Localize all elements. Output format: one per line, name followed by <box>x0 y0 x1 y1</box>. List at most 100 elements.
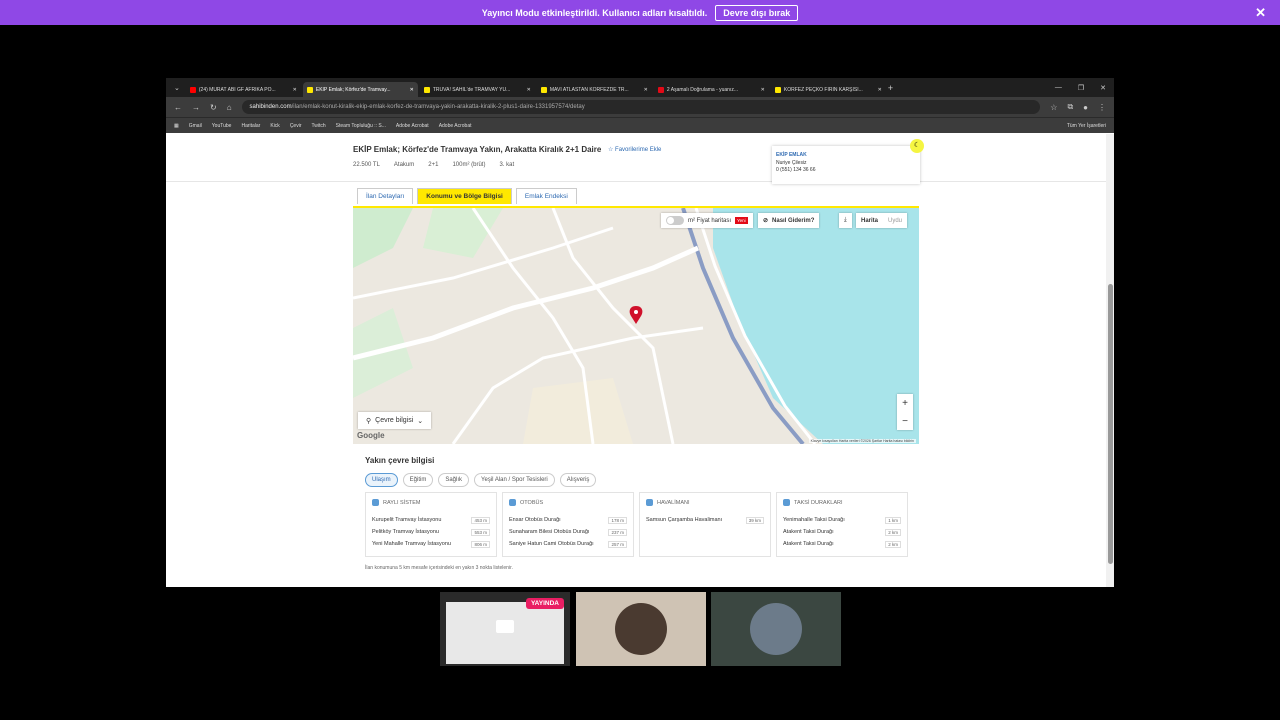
sea-area <box>713 208 919 444</box>
video-tile-user-2[interactable] <box>711 592 841 666</box>
bookmark-star-icon[interactable]: ☆ <box>1050 103 1057 112</box>
transport-icon <box>509 499 516 506</box>
nearby-card-header: RAYLI SİSTEM <box>372 499 490 506</box>
forward-icon[interactable]: → <box>192 103 200 112</box>
download-button[interactable]: ⤓ <box>839 213 852 228</box>
map-attribution[interactable]: Klavye kısayolları Harita verileri ©2026… <box>808 439 916 443</box>
avatar <box>615 603 667 655</box>
land-area <box>523 378 633 444</box>
bookmark-item[interactable]: Kick <box>270 123 279 129</box>
browser-tab[interactable]: MAVİ ATLASTAN KÖRFEZDE TR... ✕ <box>537 82 652 97</box>
screen-thumbnail <box>446 602 564 664</box>
agent-name[interactable]: EKİP EMLAK <box>776 152 916 160</box>
nearby-item-name: Yeni Mahalle Tramvay İstasyonu <box>372 541 451 547</box>
tab-close-icon[interactable]: ✕ <box>293 87 297 93</box>
toggle-icon[interactable] <box>666 216 684 225</box>
reload-icon[interactable]: ↻ <box>210 103 217 112</box>
tab-search-icon[interactable]: ⌄ <box>170 84 184 92</box>
tab-favicon-icon <box>540 86 547 93</box>
video-tile-screen[interactable]: YAYINDA <box>440 592 570 666</box>
bookmark-item[interactable]: YouTube <box>212 123 232 129</box>
bookmark-item[interactable]: Haritalar <box>241 123 260 129</box>
agent-person: Nuriye Çilesiz <box>776 159 807 166</box>
nearby-chip[interactable]: Alışveriş <box>559 473 597 487</box>
bookmark-item[interactable]: Adobe Acrobat <box>439 123 472 129</box>
bookmark-item[interactable]: Steam Topluluğu :: S... <box>336 123 386 129</box>
url-domain: sahibinden.com <box>249 104 292 110</box>
price-map-toggle[interactable]: m² Fiyat haritası Yeni <box>661 213 753 228</box>
directions-icon: ⊘ <box>763 218 769 224</box>
browser-tab[interactable]: (24) MURAT ABİ GF AFRİKA PO... ✕ <box>186 82 301 97</box>
environment-dropdown[interactable]: ⚲ Çevre bilgisi ⌄ <box>358 412 432 429</box>
agent-card: EKİP EMLAK Nuriye Çilesiz 0 (551) 134 36… <box>772 146 920 184</box>
all-bookmarks[interactable]: Tüm Yer İşaretleri <box>1067 123 1106 129</box>
disable-streamer-mode-button[interactable]: Devre dışı bırak <box>715 4 799 21</box>
nearby-item-name: Sunaharam Bilesi Otobüs Durağı <box>509 529 590 535</box>
back-icon[interactable]: ← <box>174 103 182 112</box>
nearby-item-distance: 1 km <box>885 516 901 524</box>
nearby-item: Kurupelit Tramvay İstasyonu 453 m <box>372 514 490 526</box>
browser-tab[interactable]: EKİP Emlak; Körfez'de Tramvay... ✕ <box>302 82 418 97</box>
detail-tab[interactable]: Konumu ve Bölge Bilgisi <box>417 188 512 204</box>
listing-spec: 2+1 <box>428 162 439 168</box>
browser-tab[interactable]: 2 Aşamalı Doğrulama - yuanız... ✕ <box>654 82 769 97</box>
detail-tab[interactable]: İlan Detayları <box>357 188 414 204</box>
nearby-chip[interactable]: Ulaşım <box>365 473 398 487</box>
home-icon[interactable]: ⌂ <box>227 103 232 112</box>
menu-icon[interactable]: ⋮ <box>1098 103 1106 112</box>
tab-close-icon[interactable]: ✕ <box>878 87 882 93</box>
restore-icon[interactable]: ❐ <box>1078 84 1084 92</box>
tab-favicon-icon <box>306 86 313 93</box>
bookmark-item[interactable]: Çevir <box>290 123 302 129</box>
zoom-out-icon[interactable]: − <box>902 416 908 427</box>
bookmark-item[interactable]: Gmail <box>189 123 202 129</box>
scrollbar-thumb[interactable] <box>1108 284 1113 564</box>
minimize-icon[interactable]: — <box>1055 84 1062 92</box>
close-window-icon[interactable]: ✕ <box>1100 84 1106 92</box>
nearby-chip[interactable]: Eğitim <box>402 473 434 487</box>
close-icon[interactable]: ✕ <box>1255 5 1266 21</box>
tab-title: TRUVA! SAHİL'de TRAMVAY YÜ... <box>432 86 511 93</box>
extensions-icon[interactable]: ⧉ <box>1067 102 1073 112</box>
listing-spec: 22.500 TL <box>353 162 380 168</box>
tab-close-icon[interactable]: ✕ <box>410 87 414 93</box>
browser-tab[interactable]: TRUVA! SAHİL'de TRAMVAY YÜ... ✕ <box>420 82 535 97</box>
download-icon: ⤓ <box>844 217 847 223</box>
favorite-link[interactable]: ☆ Favorilerime Ekle <box>608 146 661 153</box>
tab-title: 2 Aşamalı Doğrulama - yuanız... <box>666 86 739 93</box>
nearby-item-name: Pelitköy Tramvay İstasyonu <box>372 529 439 535</box>
map-view[interactable]: m² Fiyat haritası Yeni ⊘ Nasıl Giderim? ⤓… <box>353 208 919 444</box>
detail-tab[interactable]: Emlak Endeksi <box>515 188 577 204</box>
directions-button[interactable]: ⊘ Nasıl Giderim? <box>758 213 820 228</box>
nearby-card-header: HAVALİMANI <box>646 499 764 506</box>
map-type-harita[interactable]: Harita <box>861 218 878 224</box>
map-svg <box>353 208 919 444</box>
nearby-chip[interactable]: Yeşil Alan / Spor Tesisleri <box>474 473 555 487</box>
tab-close-icon[interactable]: ✕ <box>644 87 648 93</box>
url-field[interactable]: sahibinden.com/ilan/emlak-konut-kiralik-… <box>241 100 1041 114</box>
scrollbar[interactable] <box>1106 134 1114 587</box>
map-type-uydu[interactable]: Uydu <box>888 218 902 224</box>
nearby-item-name: Yenimahalle Taksi Durağı <box>783 517 845 523</box>
tab-bar: ⌄ (24) MURAT ABİ GF AFRİKA PO... ✕ EKİP Em… <box>166 78 1114 97</box>
video-tile-user-1[interactable] <box>576 592 706 666</box>
apps-icon[interactable]: ▦ <box>174 123 179 129</box>
profile-icon[interactable]: ● <box>1083 103 1088 112</box>
map-type-switch: Harita Uydu <box>856 213 908 228</box>
environment-label: Çevre bilgisi <box>375 417 414 424</box>
tab-close-icon[interactable]: ✕ <box>761 87 765 93</box>
tab-title: (24) MURAT ABİ GF AFRİKA PO... <box>198 86 276 93</box>
transport-icon <box>783 499 790 506</box>
nearby-note: İlan konumuna 5 km mesafe içerisindeki e… <box>365 565 513 571</box>
browser-tab[interactable]: KÖRFEZ PEÇKO FIRIN KARŞISI... ✕ <box>771 82 886 97</box>
tab-title: EKİP Emlak; Körfez'de Tramvay... <box>315 86 391 93</box>
avatar <box>750 603 802 655</box>
bookmark-item[interactable]: Adobe Acrobat <box>396 123 429 129</box>
nearby-item-distance: 2 km <box>885 528 901 536</box>
streamer-mode-banner: Yayıncı Modu etkinleştirildi. Kullanıcı … <box>0 0 1280 25</box>
zoom-in-icon[interactable]: + <box>902 398 908 409</box>
tab-close-icon[interactable]: ✕ <box>527 87 531 93</box>
bookmark-item[interactable]: Twitch <box>311 123 325 129</box>
nearby-chip[interactable]: Sağlık <box>438 473 470 487</box>
new-tab-icon[interactable]: + <box>888 83 893 93</box>
